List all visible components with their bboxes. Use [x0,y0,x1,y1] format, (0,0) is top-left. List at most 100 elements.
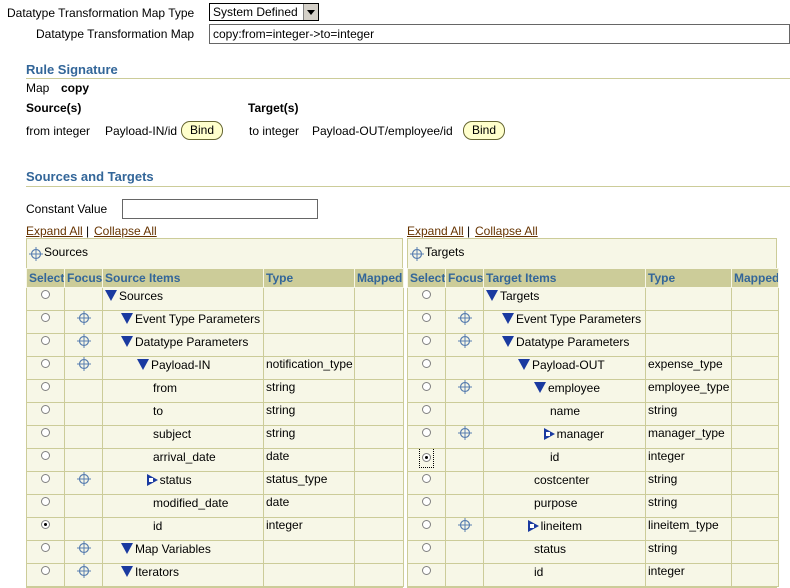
focus-crosshair-icon[interactable] [457,334,472,351]
select-radio[interactable] [422,566,431,575]
source-bind-button[interactable]: Bind [181,121,224,140]
focus-crosshair-icon[interactable] [457,311,472,328]
chevron-down-icon[interactable] [303,4,318,20]
focus-cell [64,356,103,380]
tree-row: name string [407,402,779,426]
focus-cell [445,494,484,518]
collapse-triangle-icon[interactable] [502,313,514,325]
select-radio[interactable] [422,359,431,368]
focus-crosshair-icon[interactable] [76,357,91,374]
map-input[interactable]: copy:from=integer->to=integer [209,24,790,44]
constant-value-label: Constant Value [26,202,108,216]
collapse-triangle-icon[interactable] [121,313,133,325]
select-radio[interactable] [422,474,431,483]
select-radio[interactable] [41,543,50,552]
select-radio[interactable] [41,474,50,483]
targets-collapse-all-link[interactable]: Collapse All [475,224,538,238]
focus-crosshair-icon[interactable] [457,518,472,535]
select-radio[interactable] [422,405,431,414]
select-radio[interactable] [41,359,50,368]
select-radio-wrapper [41,565,50,579]
select-radio[interactable] [41,566,50,575]
select-radio[interactable] [41,290,50,299]
focus-crosshair-icon[interactable] [457,426,472,443]
select-radio-wrapper [422,404,431,418]
select-radio[interactable] [422,313,431,322]
expand-triangle-icon[interactable] [543,427,555,440]
collapse-triangle-icon[interactable] [486,290,498,302]
constant-value-input[interactable] [122,199,318,219]
focus-crosshair-icon[interactable] [76,472,91,489]
item-type: date [263,494,355,518]
select-radio[interactable] [422,497,431,506]
select-radio[interactable] [422,290,431,299]
focus-column-header: Focus [64,268,103,288]
select-radio[interactable] [41,336,50,345]
focus-crosshair-icon[interactable] [457,380,472,397]
source-path: Payload-IN/id [105,124,178,138]
focus-crosshair-icon[interactable] [76,564,91,581]
select-radio[interactable] [422,520,431,529]
select-cell [407,471,446,495]
target-bind-button[interactable]: Bind [463,121,506,140]
rule-signature-divider [26,78,790,79]
select-cell [26,471,65,495]
select-radio[interactable] [422,382,431,391]
select-radio[interactable] [41,405,50,414]
tree-row: to string [26,402,404,426]
select-radio[interactable] [422,543,431,552]
map-type-select[interactable]: System Defined [209,3,319,21]
item-type: integer [645,448,732,472]
select-cell [26,448,65,472]
sources-expand-all-link[interactable]: Expand All [26,224,83,238]
collapse-triangle-icon[interactable] [534,382,546,394]
select-radio[interactable] [41,382,50,391]
item-type [645,333,732,357]
focus-crosshair-icon[interactable] [76,311,91,328]
item-type: string [263,402,355,426]
collapse-triangle-icon[interactable] [121,566,133,578]
type-column-header: Type [645,268,732,288]
select-radio[interactable] [41,451,50,460]
focus-cell [445,540,484,564]
map-type-label: Datatype Transformation Map Type [7,6,195,20]
select-radio[interactable] [41,520,50,529]
sources-targets-title: Sources and Targets [26,169,154,184]
expand-triangle-icon[interactable] [527,519,539,532]
expand-triangle-icon[interactable] [146,473,158,486]
focus-cell [445,310,484,334]
targets-expand-all-link[interactable]: Expand All [407,224,464,238]
collapse-triangle-icon[interactable] [121,543,133,555]
item-type: string [645,494,732,518]
item-label: status [159,472,192,487]
sources-collapse-all-link[interactable]: Collapse All [94,224,157,238]
focus-cell [64,471,103,495]
tree-row: arrival_date date [26,448,404,472]
tree-row: from string [26,379,404,403]
select-cell [407,333,446,357]
item-cell: costcenter [483,471,646,495]
collapse-triangle-icon[interactable] [502,336,514,348]
focus-crosshair-icon[interactable] [76,541,91,558]
select-radio[interactable] [422,336,431,345]
tree-row: id integer [26,517,404,541]
select-radio[interactable] [41,313,50,322]
mapped-cell [731,310,779,334]
select-radio-wrapper [41,312,50,326]
focus-cell [64,287,103,311]
select-cell [26,517,65,541]
collapse-triangle-icon[interactable] [137,359,149,371]
select-radio[interactable] [41,428,50,437]
collapse-triangle-icon[interactable] [105,290,117,302]
select-radio[interactable] [41,497,50,506]
mapped-cell [731,379,779,403]
tree-row: subject string [26,425,404,449]
select-radio[interactable] [422,453,431,462]
select-radio-wrapper [41,381,50,395]
select-radio[interactable] [422,428,431,437]
select-cell [26,540,65,564]
focus-cell [64,448,103,472]
focus-crosshair-icon[interactable] [76,334,91,351]
collapse-triangle-icon[interactable] [518,359,530,371]
collapse-triangle-icon[interactable] [121,336,133,348]
